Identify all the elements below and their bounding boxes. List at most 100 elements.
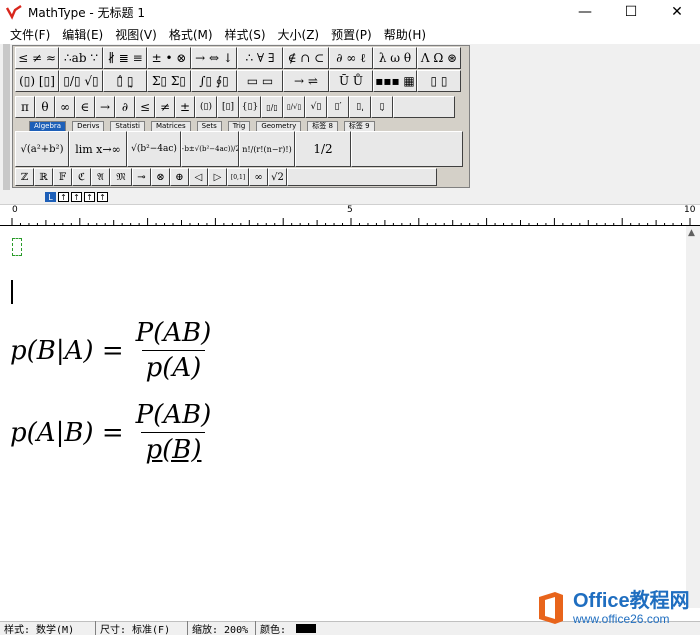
close-button[interactable]: ✕	[654, 0, 700, 24]
embellishments-button[interactable]: ∦ ≣ ≡	[103, 47, 147, 69]
menu-preferences[interactable]: 预置(P)	[325, 26, 378, 43]
set-theory-symbols-button[interactable]: ∉ ∩ ⊂	[283, 47, 329, 69]
menu-help[interactable]: 帮助(H)	[378, 26, 432, 43]
greek-uppercase-button[interactable]: Λ Ω ⊛	[417, 47, 461, 69]
menu-edit[interactable]: 编辑(E)	[56, 26, 109, 43]
ruler[interactable]: 0 5 10	[0, 204, 700, 226]
scroll-up-icon[interactable]: ▲	[688, 228, 695, 238]
menu-style[interactable]: 样式(S)	[219, 26, 272, 43]
tab-geometry[interactable]: Geometry	[256, 121, 302, 131]
interval-button[interactable]: [0,1]	[227, 168, 249, 186]
operator-symbols-button[interactable]: ± • ⊗	[147, 47, 191, 69]
circled-times-button[interactable]: ⊗	[151, 168, 170, 186]
template-hypotenuse[interactable]: √(a²+b²)	[15, 131, 69, 167]
status-color-swatch[interactable]	[296, 624, 317, 633]
empty-slot-placeholder[interactable]	[12, 238, 22, 256]
integers-button[interactable]: ℤ	[15, 168, 34, 186]
template-quadratic[interactable]: (−b±√(b²−4ac))/2a	[181, 131, 239, 167]
tab-matrices[interactable]: Matrices	[150, 121, 191, 131]
partial-button[interactable]: ∂	[115, 96, 135, 118]
left-triangle-button[interactable]: ◁	[189, 168, 208, 186]
reals-button[interactable]: ℝ	[34, 168, 53, 186]
spaces-ellipses-button[interactable]: ∴ab ∵	[59, 47, 103, 69]
tab-trig[interactable]: Trig	[227, 121, 251, 131]
tab-algebra[interactable]: Algebra	[29, 121, 67, 131]
element-of-button[interactable]: ∈	[75, 96, 95, 118]
pi-button[interactable]: π	[15, 96, 35, 118]
menu-view[interactable]: 视图(V)	[109, 26, 163, 43]
status-style[interactable]: 样式: 数学(M)	[0, 621, 96, 635]
relational-symbols-button[interactable]: ≤ ≠ ≈	[15, 47, 59, 69]
circled-plus-button[interactable]: ⊕	[170, 168, 189, 186]
box-templates-button[interactable]: ▯ ▯	[417, 70, 461, 92]
tabstop-decimal-button[interactable]: ↑	[97, 192, 108, 202]
fraktur-f-button[interactable]: 𝔽	[53, 168, 72, 186]
superscript-button[interactable]: ▯′	[327, 96, 349, 118]
status-zoom[interactable]: 缩放: 200%	[188, 621, 256, 635]
tabstop-left-button[interactable]: L	[45, 192, 56, 202]
less-equal-button[interactable]: ≤	[135, 96, 155, 118]
tabstop-relation-button[interactable]: ↑	[84, 192, 95, 202]
vertical-scrollbar[interactable]: ▲	[686, 226, 700, 608]
infinity-button[interactable]: ∞	[55, 96, 75, 118]
infinity-small-button[interactable]: ∞	[249, 168, 268, 186]
summation-templates-button[interactable]: Σ▯ Σ▯	[147, 70, 191, 92]
subscript-button[interactable]: ▯͵	[349, 96, 371, 118]
template-discriminant[interactable]: √(b²−4ac)	[127, 131, 181, 167]
tab-statistics[interactable]: Statisti	[110, 121, 145, 131]
minimize-button[interactable]: —	[562, 0, 608, 24]
subscript-templates-button[interactable]: ▯̂ ▯̰	[103, 70, 147, 92]
logical-symbols-button[interactable]: ∴ ∀ ∃	[237, 47, 283, 69]
row5-empty-slot[interactable]	[287, 168, 437, 186]
tab-8[interactable]: 标签 8	[307, 121, 338, 131]
fraktur-m-button[interactable]: 𝔐	[110, 168, 132, 186]
right-triangle-button[interactable]: ▷	[208, 168, 227, 186]
right-arrow-button[interactable]: →	[95, 96, 115, 118]
menu-format[interactable]: 格式(M)	[163, 26, 219, 43]
labeled-arrow-templates-button[interactable]: → ⇌	[283, 70, 329, 92]
sqrt2-button[interactable]: √2	[268, 168, 287, 186]
misc-symbols-button[interactable]: ∂ ∞ ℓ	[329, 47, 373, 69]
square-root-button[interactable]: √▯	[305, 96, 327, 118]
fraction-radical-templates-button[interactable]: ▯/▯ √▯	[59, 70, 103, 92]
theta-button[interactable]: θ	[35, 96, 55, 118]
menu-size[interactable]: 大小(Z)	[272, 26, 326, 43]
not-equal-button[interactable]: ≠	[155, 96, 175, 118]
integral-templates-button[interactable]: ∫▯ ∮▯	[191, 70, 237, 92]
brackets-button[interactable]: [▯]	[217, 96, 239, 118]
tabstop-right-button[interactable]: ↑	[71, 192, 82, 202]
ruler-mark-0: 0	[12, 205, 18, 215]
fraction-radical-button[interactable]: ▯/√▯	[283, 96, 305, 118]
multimap-button[interactable]: ⊸	[132, 168, 151, 186]
empty-slot-button[interactable]	[393, 96, 455, 118]
template-half[interactable]: 1/2	[295, 131, 351, 167]
greek-lowercase-button[interactable]: λ ω θ	[373, 47, 417, 69]
tab-sets[interactable]: Sets	[196, 121, 222, 131]
template-empty-slot[interactable]	[351, 131, 463, 167]
equation-editor[interactable]: p(B|A) = P(AB) p(A) p(A|B) = P(AB) p(B)	[0, 226, 686, 608]
fraction-button[interactable]: ▯/▯	[261, 96, 283, 118]
equation-2[interactable]: p(A|B) = P(AB) p(B)	[10, 400, 215, 465]
menu-file[interactable]: 文件(F)	[4, 26, 56, 43]
tab-9[interactable]: 标签 9	[343, 121, 375, 131]
equation-1[interactable]: p(B|A) = P(AB) p(A)	[10, 318, 215, 383]
braces-button[interactable]: {▯}	[239, 96, 261, 118]
fence-templates-button[interactable]: (▯) [▯]	[15, 70, 59, 92]
fraktur-c-button[interactable]: ℭ	[72, 168, 91, 186]
office-logo-icon	[539, 592, 563, 624]
tab-derivs[interactable]: Derivs	[72, 121, 105, 131]
fraktur-a-button[interactable]: 𝔄	[91, 168, 110, 186]
products-set-templates-button[interactable]: Ū Ů	[329, 70, 373, 92]
matrix-templates-button[interactable]: ▪▪▪ ▦	[373, 70, 417, 92]
status-size[interactable]: 尺寸: 标准(F)	[96, 621, 188, 635]
maximize-button[interactable]: ☐	[608, 0, 654, 24]
template-limit[interactable]: lim x→∞	[69, 131, 127, 167]
parentheses-button[interactable]: (▯)	[195, 96, 217, 118]
under-dot-button[interactable]: ▯̣	[371, 96, 393, 118]
tabstop-center-button[interactable]: ↑	[58, 192, 69, 202]
underbar-overbar-templates-button[interactable]: ▭ ▭	[237, 70, 283, 92]
template-combination[interactable]: n!/(r!(n−r)!)	[239, 131, 295, 167]
arrow-symbols-button[interactable]: → ⇔ ↓	[191, 47, 237, 69]
toolbar-grip[interactable]	[3, 44, 10, 190]
plus-minus-button[interactable]: ±	[175, 96, 195, 118]
